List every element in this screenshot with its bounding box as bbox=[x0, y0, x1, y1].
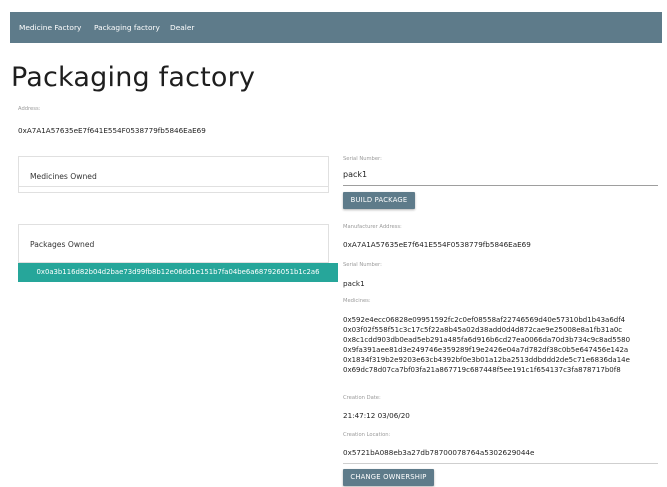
serial-number-label: Serial Number: bbox=[343, 156, 382, 162]
divider-line bbox=[343, 463, 658, 464]
address-value: 0xA7A1A57635eE7f641E554F0538779fb5846EaE… bbox=[18, 126, 206, 135]
medicine-hash: 0x9fa391aee81d3e249746e359289f19e2426e04… bbox=[343, 345, 629, 354]
page-title: Packaging factory bbox=[11, 62, 256, 93]
build-package-button[interactable]: BUILD PACKAGE bbox=[343, 192, 415, 209]
package-list-item[interactable]: 0x0a3b116d82b04d2bae73d99fb8b12e06dd1e15… bbox=[18, 263, 338, 282]
medicine-hash: 0x8c1cdd903db0ead5eb291a485fa6d916b6cd27… bbox=[343, 335, 631, 344]
nav-packaging-factory[interactable]: Packaging factory bbox=[94, 12, 160, 43]
medicine-hash: 0x03f02f558f51c3c17c5f22a8b45a02d38add0d… bbox=[343, 325, 623, 334]
navbar: Medicine Factory Packaging factory Deale… bbox=[10, 12, 662, 43]
creation-date-value: 21:47:12 03/06/20 bbox=[343, 411, 410, 420]
creation-location-value: 0x5721bA088eb3a27db78700078764a530262904… bbox=[343, 448, 535, 457]
packages-owned-title: Packages Owned bbox=[30, 240, 95, 249]
creation-location-label: Creation Location: bbox=[343, 432, 391, 438]
medicines-label: Medicines: bbox=[343, 298, 371, 304]
detail-serial-number-value: pack1 bbox=[343, 279, 365, 288]
detail-serial-number-label: Serial Number: bbox=[343, 262, 382, 268]
medicine-hash: 0x592e4ecc06828e09951592fc2c0ef08558af22… bbox=[343, 316, 626, 324]
medicines-list: 0x592e4ecc06828e09951592fc2c0ef08558af22… bbox=[343, 316, 630, 375]
change-ownership-button[interactable]: CHANGE OWNERSHIP bbox=[343, 469, 434, 486]
packages-owned-card: Packages Owned bbox=[18, 224, 329, 263]
medicine-hash: 0x1834f319b2e9203e63cb4392bf0e3b01a12ba2… bbox=[343, 355, 630, 364]
nav-medicine-factory[interactable]: Medicine Factory bbox=[19, 12, 81, 43]
manufacturer-address-value: 0xA7A1A57635eE7f641E554F0538779fb5846EaE… bbox=[343, 240, 531, 249]
medicines-owned-title: Medicines Owned bbox=[30, 172, 97, 181]
address-label: Address: bbox=[18, 106, 41, 112]
manufacturer-address-label: Manufacturer Address: bbox=[343, 224, 402, 230]
medicine-hash: 0x69dc78d07ca7bf03fa21a867719c687448f5ee… bbox=[343, 365, 621, 374]
creation-date-label: Creation Date: bbox=[343, 395, 381, 401]
nav-dealer[interactable]: Dealer bbox=[170, 12, 194, 43]
card-divider bbox=[19, 186, 328, 187]
medicines-owned-card: Medicines Owned bbox=[18, 156, 329, 193]
serial-number-input[interactable] bbox=[343, 164, 658, 186]
